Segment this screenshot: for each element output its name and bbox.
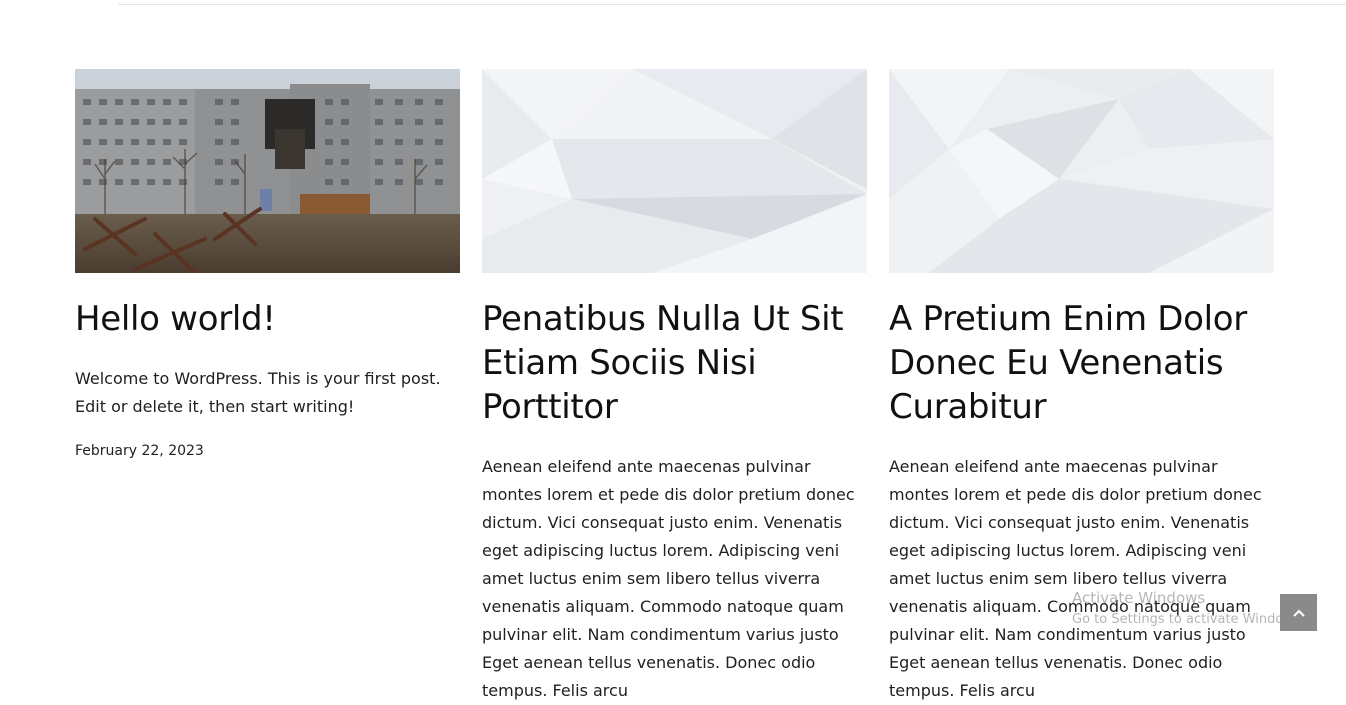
post-date-link[interactable]: February 22, 2023 [75,441,460,461]
post-title-link[interactable]: A Pretium Enim Dolor Donec Eu Venenatis … [889,297,1274,429]
post-thumbnail-link[interactable] [75,69,460,273]
post-card: Hello world! Welcome to WordPress. This … [75,69,460,705]
post-card: A Pretium Enim Dolor Donec Eu Venenatis … [889,69,1274,705]
chevron-up-icon [1292,609,1305,617]
abstract-polygon-image [889,69,1274,273]
post-excerpt: Aenean eleifend ante maecenas pulvinar m… [889,457,1262,700]
post-excerpt: Aenean eleifend ante maecenas pulvinar m… [482,457,855,700]
post-title-link[interactable]: Hello world! [75,297,460,341]
scroll-to-top-button[interactable] [1280,594,1317,631]
abstract-polygon-image [482,69,867,273]
post-excerpt: Welcome to WordPress. This is your first… [75,369,441,416]
post-card: Penatibus Nulla Ut Sit Etiam Sociis Nisi… [482,69,867,705]
post-thumbnail-link[interactable] [889,69,1274,273]
header-divider [118,4,1346,5]
post-grid: Hello world! Welcome to WordPress. This … [75,69,1274,705]
post-thumbnail-link[interactable] [482,69,867,273]
damaged-building-image [75,69,460,273]
post-title-link[interactable]: Penatibus Nulla Ut Sit Etiam Sociis Nisi… [482,297,867,429]
